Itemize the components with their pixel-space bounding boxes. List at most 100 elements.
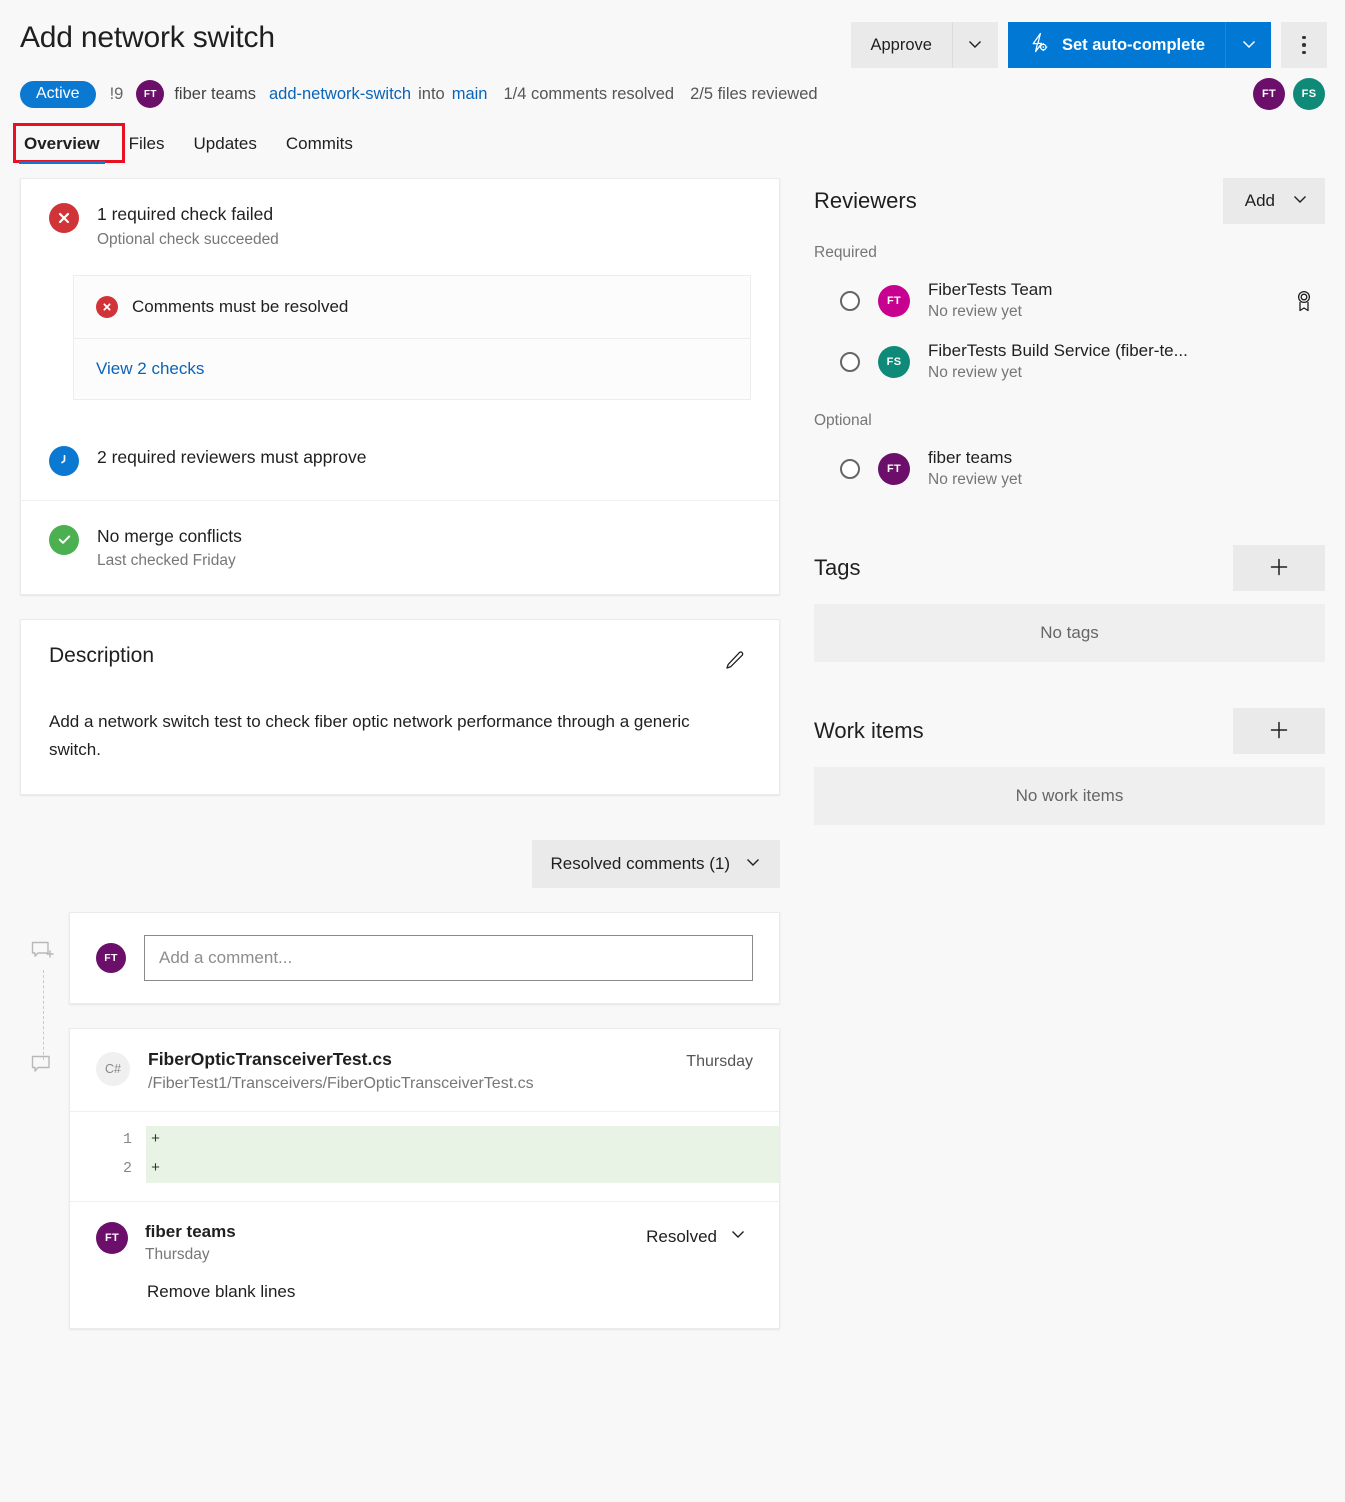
reviewer-avatar: FT [878,285,910,317]
diff-preview: 1+2+ [70,1111,779,1201]
reviewers-title: Reviewers [814,188,917,214]
tags-title: Tags [814,555,860,581]
reviewers-header: Reviewers Add [814,178,1325,224]
add-tag-button[interactable] [1233,545,1325,591]
file-path: /FiberTest1/Transceivers/FiberOpticTrans… [148,1075,534,1093]
more-icon [1302,43,1306,47]
reviewer-avatar-2[interactable]: FS [1293,78,1325,110]
optional-check-subtitle: Optional check succeeded [97,231,279,249]
tags-empty-state: No tags [814,604,1325,662]
current-user-avatar: FT [96,943,126,973]
tab-commits[interactable]: Commits [285,132,354,164]
description-header: Description [49,644,751,678]
tags-section: Tags No tags [814,545,1325,662]
thread-comment: FT fiber teams Thursday Resolved Remov [70,1201,779,1328]
chevron-down-icon [966,35,984,56]
reviewer-avatar-1[interactable]: FT [1253,78,1285,110]
target-branch-link[interactable]: main [452,85,488,104]
failed-check-row: 1 required check failed Optional check s… [21,179,779,273]
add-comment-input[interactable] [144,935,753,981]
comment-status-dropdown[interactable]: Resolved [640,1222,753,1249]
policy-checks-card: 1 required check failed Optional check s… [20,178,780,595]
plus-icon [1268,719,1290,744]
resolved-comments-bar: Resolved comments (1) [20,840,780,888]
merge-conflicts-row: No merge conflicts Last checked Friday [21,500,779,595]
reviewer-row: FSFiberTests Build Service (fiber-te...N… [814,331,1325,392]
comment-status-label: Resolved [646,1227,717,1247]
reviewer-avatar: FS [878,346,910,378]
tab-overview[interactable]: Overview [23,132,101,164]
description-card: Description Add a network switch test to… [20,619,780,795]
more-actions-button[interactable] [1281,22,1327,68]
comment-body: Remove blank lines [147,1282,753,1302]
required-reviewers-title: 2 required reviewers must approve [97,446,366,470]
view-checks-row[interactable]: View 2 checks [74,338,750,399]
add-comment-bubble-icon [30,940,56,971]
file-name[interactable]: FiberOpticTransceiverTest.cs [148,1049,534,1070]
reviewer-avatar: FT [878,453,910,485]
add-comment-card: FT [69,912,780,1004]
approve-split-button[interactable]: Approve [851,22,998,68]
tags-header: Tags [814,545,1325,591]
reviewer-status: No review yet [928,471,1022,489]
tab-files[interactable]: Files [128,132,166,164]
reviewer-vote-radio[interactable] [840,291,860,311]
reviewer-avatar-group: FTFS [1253,78,1327,110]
file-comment-thread: C# FiberOpticTransceiverTest.cs /FiberTe… [69,1028,780,1329]
reviewers-section: Reviewers Add Required FTFiberTests Team… [814,178,1325,499]
status-badge: Active [20,81,96,108]
reviewer-row: FT fiber teams No review yet [814,438,1325,499]
reviewer-row: FTFiberTests TeamNo review yet [814,270,1325,331]
reviewer-vote-radio[interactable] [840,352,860,372]
work-items-title: Work items [814,718,924,744]
chevron-down-icon [1240,35,1258,56]
thread-connector-line [43,970,44,1060]
description-body: Add a network switch test to check fiber… [49,708,709,764]
set-autocomplete-dropdown-button[interactable] [1225,22,1271,68]
error-icon [49,203,79,233]
error-icon [96,296,118,318]
thread-comment-header: FT fiber teams Thursday Resolved [96,1222,753,1264]
chevron-down-icon [729,1225,747,1248]
required-reviewer-award-icon [1293,289,1321,313]
comment-bubble-icon [30,1054,54,1083]
diff-line-content: + [146,1126,779,1155]
reviewer-name: FiberTests Team [928,280,1052,300]
set-autocomplete-label: Set auto-complete [1062,36,1205,55]
set-autocomplete-button[interactable]: Set auto-complete [1008,22,1225,68]
description-title: Description [49,644,154,668]
reviewer-status: No review yet [928,364,1188,382]
check-detail-item[interactable]: Comments must be resolved [74,276,750,338]
diff-line-number: 1 [70,1126,146,1155]
approve-dropdown-button[interactable] [952,22,998,68]
chevron-down-icon [744,853,762,876]
approve-button[interactable]: Approve [851,22,952,68]
add-work-item-button[interactable] [1233,708,1325,754]
required-reviewers-row: 2 required reviewers must approve [21,422,779,500]
diff-line: 2+ [70,1155,779,1184]
clock-icon [49,446,79,476]
comments-resolved-status: 1/4 comments resolved [503,85,674,104]
reviewer-vote-radio[interactable] [840,459,860,479]
files-reviewed-status: 2/5 files reviewed [690,85,817,104]
source-branch-link[interactable]: add-network-switch [269,85,411,104]
optional-reviewers-label: Optional [814,412,1325,430]
set-autocomplete-split-button[interactable]: Set auto-complete [1008,22,1271,68]
diff-line: 1+ [70,1126,779,1155]
more-icon [1302,36,1306,40]
resolved-comments-button[interactable]: Resolved comments (1) [532,840,780,888]
diff-line-content: + [146,1155,779,1184]
optional-reviewers-list: FT fiber teams No review yet [814,438,1325,499]
thread-gutter [20,912,69,1329]
author-avatar: FT [136,80,164,108]
tab-updates[interactable]: Updates [193,132,258,164]
add-reviewer-button[interactable]: Add [1223,178,1325,224]
view-checks-link[interactable]: View 2 checks [96,359,204,379]
success-check-icon [49,525,79,555]
edit-description-button[interactable] [717,644,751,678]
resolved-comments-label: Resolved comments (1) [550,854,730,874]
reviewer-name: fiber teams [928,448,1022,468]
comment-threads: FT C# FiberOpticTransceiverTest.cs /Fibe… [20,912,780,1329]
comment-author-name: fiber teams [145,1222,236,1242]
work-items-header: Work items [814,708,1325,754]
